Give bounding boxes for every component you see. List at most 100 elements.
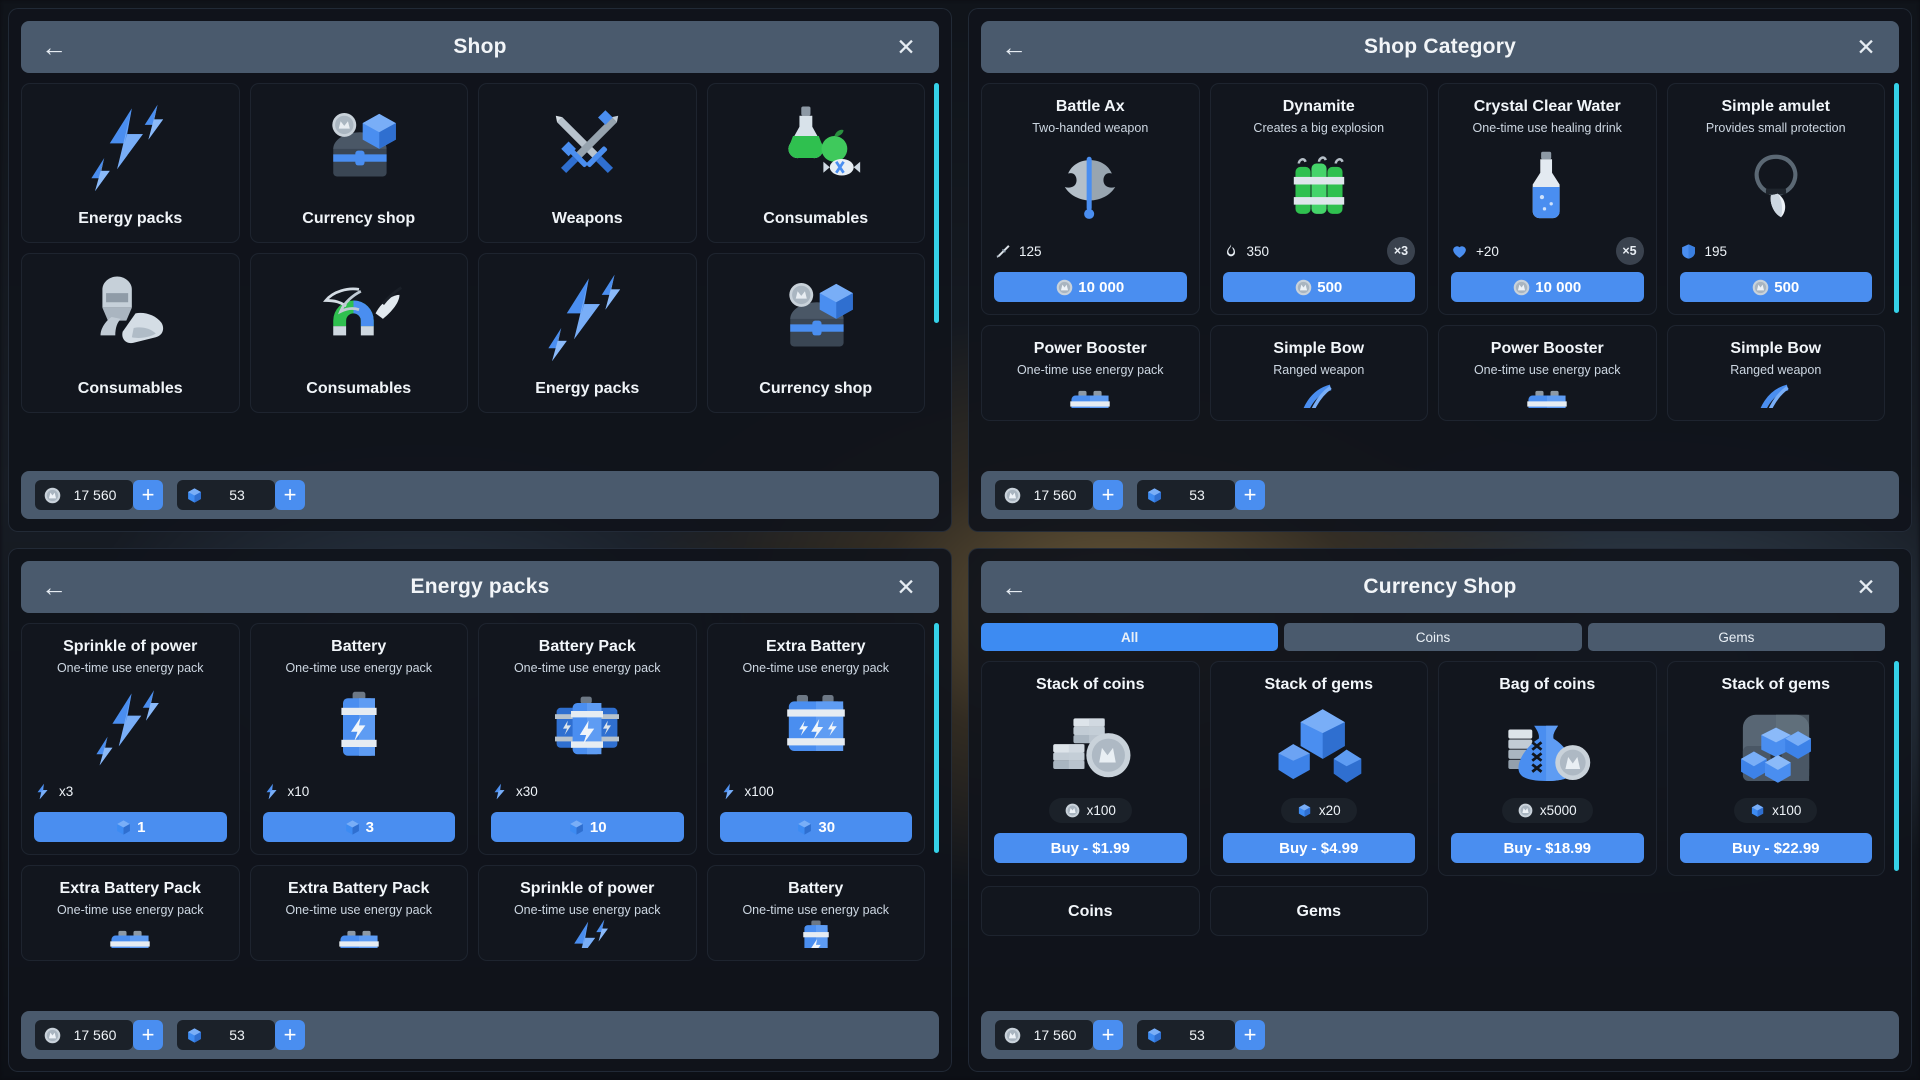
item-card-partial[interactable]: Power Booster One-time use energy pack bbox=[981, 325, 1200, 421]
category-tile[interactable]: Consumables bbox=[21, 253, 240, 413]
item-description: One-time use energy pack bbox=[513, 903, 661, 917]
item-description: Creates a big explosion bbox=[1253, 121, 1385, 135]
item-description: One-time use energy pack bbox=[742, 661, 890, 675]
buy-button[interactable]: Buy - $4.99 bbox=[1222, 833, 1415, 863]
heart-icon bbox=[1451, 243, 1468, 260]
battery-triple-icon bbox=[491, 675, 684, 778]
item-card-partial[interactable]: Extra Battery Pack One-time use energy pa… bbox=[21, 865, 240, 961]
item-card-partial[interactable]: Simple Bow Ranged weapon bbox=[1209, 325, 1428, 421]
item-name: Battery bbox=[788, 880, 844, 897]
category-tile[interactable]: Energy packs bbox=[478, 253, 697, 413]
panel-currency-shop: ← Currency Shop ✕ All Coins Gems Stack of … bbox=[968, 548, 1912, 1072]
gem-icon bbox=[115, 819, 132, 836]
item-card[interactable]: Battery Pack One-time use energy pack x30… bbox=[478, 623, 697, 855]
arrow-left-icon[interactable]: ← bbox=[999, 572, 1029, 602]
item-name: Power Booster bbox=[1490, 340, 1604, 357]
currency-pack-card[interactable]: Stack of gems x100 Buy - $22.99 bbox=[1666, 661, 1885, 876]
category-tile[interactable]: Consumables bbox=[249, 253, 468, 413]
add-gems-button[interactable]: + bbox=[1235, 480, 1265, 510]
tab-gems[interactable]: Gems bbox=[1587, 623, 1885, 651]
item-card[interactable]: Sprinkle of power One-time use energy pac… bbox=[21, 623, 240, 855]
buy-button[interactable]: 10 000 bbox=[994, 272, 1187, 302]
tab-all[interactable]: All bbox=[981, 623, 1279, 651]
item-grid-row2: Extra Battery Pack One-time use energy pa… bbox=[21, 865, 925, 961]
add-coins-button[interactable]: + bbox=[133, 480, 163, 510]
magnet-feather-icon bbox=[251, 254, 468, 380]
swords-icon bbox=[479, 84, 696, 210]
buy-button[interactable]: 30 bbox=[719, 812, 912, 842]
item-card[interactable]: Simple amulet Provides small protection 1… bbox=[1666, 83, 1885, 315]
close-icon[interactable]: ✕ bbox=[1851, 572, 1881, 602]
arrow-left-icon[interactable]: ← bbox=[39, 572, 69, 602]
item-card-partial[interactable]: Power Booster One-time use energy pack bbox=[1438, 325, 1657, 421]
close-icon[interactable]: ✕ bbox=[1851, 32, 1881, 62]
currency-pack-card-partial[interactable]: Coins bbox=[981, 886, 1200, 936]
buy-button[interactable]: Buy - $1.99 bbox=[994, 833, 1187, 863]
add-gems-button[interactable]: + bbox=[1235, 1020, 1265, 1050]
price-value: 500 bbox=[1774, 278, 1800, 296]
coin-balance: 17 560 bbox=[995, 1020, 1093, 1050]
currency-pack-card-partial[interactable]: Gems bbox=[1209, 886, 1428, 936]
currency-bar: 17 560 + 53 + bbox=[981, 1011, 1899, 1059]
item-card[interactable]: Battle Ax Two-handed weapon 125 10 000 bbox=[981, 83, 1200, 315]
price-value: 10 000 bbox=[1078, 278, 1125, 296]
arrow-left-icon[interactable]: ← bbox=[999, 32, 1029, 62]
item-name: Simple amulet bbox=[1721, 98, 1830, 115]
category-tile[interactable]: Weapons bbox=[478, 83, 697, 243]
category-tile[interactable]: Energy packs bbox=[21, 83, 240, 243]
gem-icon bbox=[1750, 803, 1765, 818]
item-card-partial[interactable]: Extra Battery Pack One-time use energy pa… bbox=[249, 865, 468, 961]
item-card[interactable]: Crystal Clear Water One-time use healing … bbox=[1438, 83, 1657, 315]
buy-button[interactable]: 500 bbox=[1679, 272, 1872, 302]
add-coins-button[interactable]: + bbox=[1093, 480, 1123, 510]
buy-button[interactable]: Buy - $18.99 bbox=[1451, 833, 1644, 863]
buy-label: Buy - $18.99 bbox=[1503, 839, 1592, 857]
currency-pack-card[interactable]: Stack of gems x20 Buy - $4.99 bbox=[1209, 661, 1428, 876]
coin-amount: 17 560 bbox=[1033, 1027, 1077, 1043]
add-coins-button[interactable]: + bbox=[1093, 1020, 1123, 1050]
buy-button[interactable]: 10 000 bbox=[1451, 272, 1644, 302]
close-icon[interactable]: ✕ bbox=[891, 32, 921, 62]
item-card[interactable]: Dynamite Creates a big explosion 350 ×3 5… bbox=[1209, 83, 1428, 315]
buy-button[interactable]: 500 bbox=[1222, 272, 1415, 302]
scrollbar[interactable] bbox=[934, 83, 939, 323]
add-gems-button[interactable]: + bbox=[275, 1020, 305, 1050]
currency-shop-body: All Coins Gems Stack of coins x100 Buy - $… bbox=[981, 623, 1899, 1001]
item-card-partial[interactable]: Sprinkle of power One-time use energy pac… bbox=[478, 865, 697, 961]
item-card-partial[interactable]: Battery One-time use energy pack bbox=[706, 865, 925, 961]
battery-icon bbox=[720, 917, 913, 948]
currency-pack-card[interactable]: Stack of coins x100 Buy - $1.99 bbox=[981, 661, 1200, 876]
bolt-icon bbox=[263, 783, 280, 800]
battery-wide-icon bbox=[34, 917, 227, 948]
gem-icon bbox=[186, 487, 203, 504]
buy-button[interactable]: 10 bbox=[491, 812, 684, 842]
stat-value: x10 bbox=[287, 783, 310, 799]
tab-coins[interactable]: Coins bbox=[1284, 623, 1582, 651]
stat-row: x3 bbox=[34, 778, 227, 804]
category-tile[interactable]: Consumables bbox=[706, 83, 925, 243]
scrollbar[interactable] bbox=[1894, 661, 1899, 871]
add-coins-button[interactable]: + bbox=[133, 1020, 163, 1050]
stat-value: +20 bbox=[1476, 243, 1499, 259]
price-value: 3 bbox=[365, 818, 374, 836]
item-card[interactable]: Battery One-time use energy pack x10 3 bbox=[249, 623, 468, 855]
currency-pack-card[interactable]: Bag of coins x5000 Buy - $18.99 bbox=[1438, 661, 1657, 876]
category-tile[interactable]: Currency shop bbox=[249, 83, 468, 243]
close-icon[interactable]: ✕ bbox=[891, 572, 921, 602]
item-card-partial[interactable]: Simple Bow Ranged weapon bbox=[1666, 325, 1885, 421]
item-description: One-time use energy pack bbox=[1473, 363, 1621, 377]
scrollbar[interactable] bbox=[934, 623, 939, 853]
coin-icon bbox=[44, 1027, 61, 1044]
arrow-left-icon[interactable]: ← bbox=[39, 32, 69, 62]
add-gems-button[interactable]: + bbox=[275, 480, 305, 510]
buy-button[interactable]: 3 bbox=[262, 812, 455, 842]
scrollbar[interactable] bbox=[1894, 83, 1899, 313]
coin-icon bbox=[1004, 1027, 1021, 1044]
buy-button[interactable]: 1 bbox=[34, 812, 227, 842]
item-description: One-time use energy pack bbox=[56, 661, 204, 675]
gem-balance: 53 bbox=[1137, 480, 1235, 510]
item-card[interactable]: Extra Battery One-time use energy pack x1… bbox=[706, 623, 925, 855]
amount-value: x100 bbox=[1086, 803, 1116, 818]
buy-button[interactable]: Buy - $22.99 bbox=[1679, 833, 1872, 863]
category-tile[interactable]: Currency shop bbox=[706, 253, 925, 413]
